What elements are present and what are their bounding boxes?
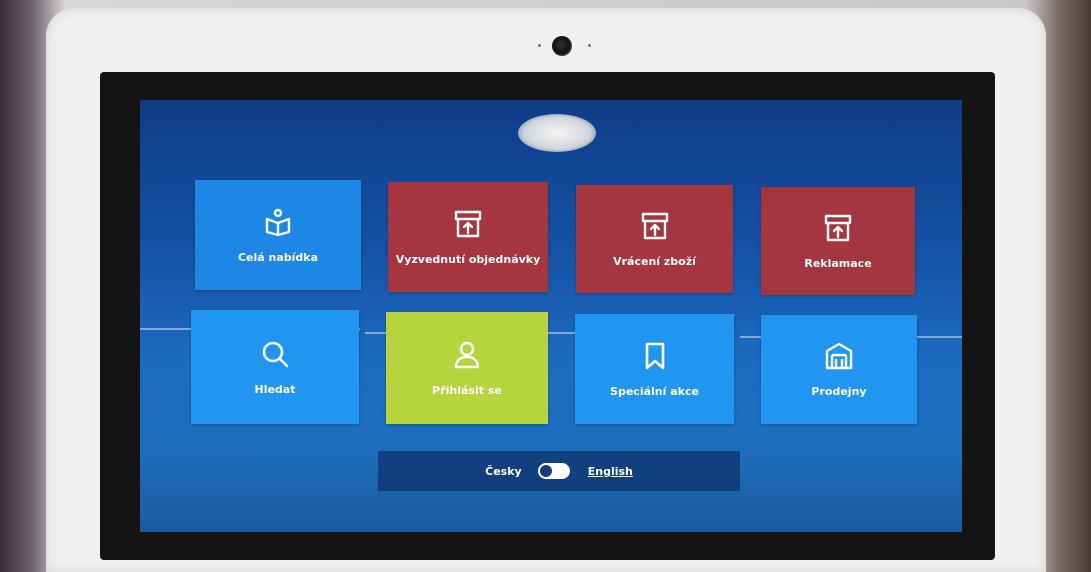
tile-search[interactable]: Hledat [191, 310, 359, 424]
archive-up-icon [823, 213, 853, 243]
tile-label: Celá nabídka [237, 250, 319, 264]
camera-sensor-dot [588, 44, 591, 47]
kiosk-screen: Celá nabídka Vyzvednutí objednávky Vráce… [140, 100, 962, 532]
tile-full-offer[interactable]: Celá nabídka [195, 180, 361, 290]
bookmark-icon [640, 341, 670, 371]
light-glare [518, 114, 596, 152]
tile-label: Hledat [254, 382, 296, 396]
tile-pickup-order[interactable]: Vyzvednutí objednávky [388, 182, 548, 292]
tile-label: Speciální akce [610, 384, 699, 398]
tile-label: Přihlásit se [432, 383, 502, 397]
store-icon [824, 341, 854, 371]
language-toggle[interactable] [537, 463, 570, 479]
camera-sensor-dot [538, 44, 541, 47]
tile-label: Vrácení zboží [613, 254, 696, 268]
language-english-link[interactable]: English [588, 465, 633, 478]
language-czech-label[interactable]: Česky [485, 465, 522, 478]
tile-complaints[interactable]: Reklamace [761, 187, 915, 295]
archive-up-icon [453, 209, 483, 239]
tile-label: Vyzvednutí objednávky [395, 252, 541, 266]
book-icon [263, 207, 293, 237]
tile-return-goods[interactable]: Vrácení zboží [576, 185, 733, 293]
tile-login[interactable]: Přihlásit se [386, 312, 548, 424]
tile-special-offers[interactable]: Speciální akce [575, 314, 734, 424]
toggle-knob [539, 465, 552, 477]
tile-label: Prodejny [811, 385, 867, 398]
tile-stores[interactable]: Prodejny [761, 315, 917, 424]
photo-scene: Celá nabídka Vyzvednutí objednávky Vráce… [0, 0, 1091, 572]
search-icon [260, 339, 290, 369]
archive-up-icon [640, 211, 670, 241]
user-icon [452, 340, 482, 370]
language-switcher: Česky English [378, 451, 740, 491]
tile-label: Reklamace [804, 256, 872, 270]
kiosk-camera [552, 36, 572, 56]
